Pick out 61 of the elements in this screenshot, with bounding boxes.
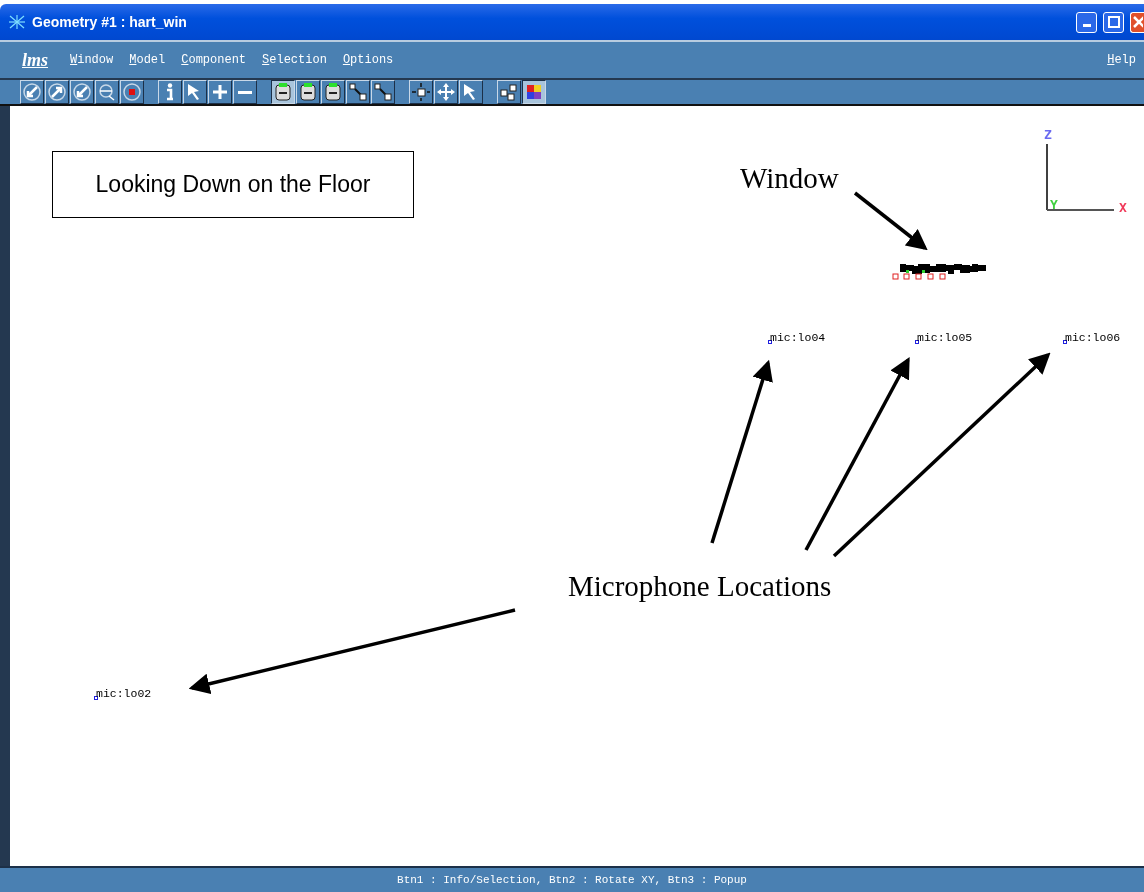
axis-label: X [1119, 201, 1127, 214]
cube-expand-icon [411, 82, 431, 102]
close-icon [1132, 16, 1143, 28]
zoom-frame-button[interactable] [95, 80, 119, 104]
cube-arrow-icon [373, 82, 393, 102]
cube-arrow-button[interactable] [346, 80, 370, 104]
logo: lms [22, 48, 49, 72]
minus-button[interactable] [233, 80, 257, 104]
app-icon [8, 14, 26, 30]
record-button[interactable] [120, 80, 144, 104]
help-menu[interactable]: Help [1107, 51, 1136, 69]
cubes-icon [499, 82, 519, 102]
plus-button[interactable] [208, 80, 232, 104]
axis-lines-drawing [1046, 144, 1116, 212]
point-label: mic:lo04 [770, 332, 826, 344]
cubes-button[interactable] [497, 80, 521, 104]
cube-expand-button[interactable] [409, 80, 433, 104]
mouse-icon [273, 82, 293, 102]
point-label: mic:lo02 [96, 688, 152, 700]
cube-arrow-icon [348, 82, 368, 102]
mouse-button[interactable] [271, 80, 295, 104]
point-marker [1063, 340, 1067, 344]
pointer-button[interactable] [459, 80, 483, 104]
cube-arrow-button[interactable] [371, 80, 395, 104]
menu-item[interactable]: Component [181, 51, 247, 69]
rotate-arrow-button[interactable] [45, 80, 69, 104]
close-button[interactable] [1130, 11, 1144, 33]
point-marker [915, 340, 919, 344]
point-marker [94, 696, 98, 700]
annotation-text: Microphone Locations [568, 571, 832, 603]
mouse-icon [323, 82, 343, 102]
minus-icon [238, 90, 252, 94]
info-button[interactable] [158, 80, 182, 104]
color-cube-button[interactable] [522, 80, 546, 104]
minimize-icon [1082, 23, 1091, 27]
annotation-text: Window [740, 163, 839, 195]
zoom-frame-icon [97, 82, 117, 102]
rotate-arrow-button[interactable] [20, 80, 44, 104]
color-cube-icon [524, 82, 544, 102]
record-icon [122, 82, 142, 102]
move-icon [436, 82, 456, 102]
menu-item[interactable]: Selection [262, 51, 327, 69]
menu-item[interactable]: Window [70, 51, 114, 69]
axis-label: Z [1044, 128, 1052, 141]
maximize-icon [1107, 16, 1120, 28]
menu-item[interactable]: Options [342, 51, 394, 69]
status-text: Btn1 : Info/Selection, Btn2 : Rotate XY, Btn3 : Popup [397, 872, 747, 888]
axis-label: Y [1050, 198, 1058, 211]
pointer-button[interactable] [183, 80, 207, 104]
window-title: Geometry #1 : hart_win [32, 12, 187, 32]
maximize-button[interactable] [1103, 11, 1124, 33]
menu-item[interactable]: Model [129, 51, 166, 69]
caption-label: Looking Down on the Floor [52, 151, 414, 218]
plus-icon [210, 82, 230, 102]
point-label: mic:lo05 [917, 332, 973, 344]
minimize-button[interactable] [1076, 11, 1097, 33]
mouse-icon [298, 82, 318, 102]
point-marker [768, 340, 772, 344]
rotate-arrow-button[interactable] [70, 80, 94, 104]
move-button[interactable] [434, 80, 458, 104]
point-label: mic:lo06 [1065, 332, 1121, 344]
